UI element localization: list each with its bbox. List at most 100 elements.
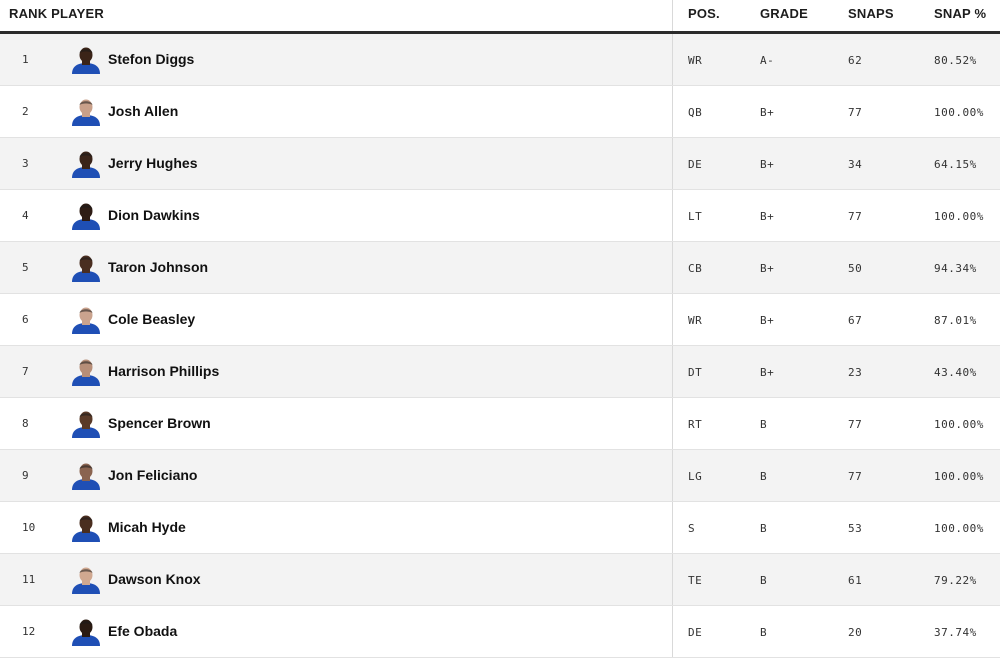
player-headshot-avatar	[72, 411, 100, 438]
table-row[interactable]: 12 Efe Obada DE B 20 37.74%	[0, 606, 1000, 658]
rank-cell: 7	[22, 365, 29, 378]
position-cell: WR	[688, 54, 703, 67]
snap-pct-cell: 43.40%	[934, 366, 977, 379]
player-name-link[interactable]: Dawson Knox	[108, 554, 201, 604]
rank-cell: 9	[22, 469, 29, 482]
rank-cell: 8	[22, 417, 29, 430]
column-divider	[672, 138, 673, 189]
grade-cell: B+	[760, 210, 775, 223]
snap-pct-cell: 100.00%	[934, 522, 984, 535]
position-cell: QB	[688, 106, 703, 119]
snaps-cell: 62	[848, 54, 863, 67]
header-grade[interactable]: GRADE	[760, 0, 808, 31]
snap-pct-cell: 100.00%	[934, 106, 984, 119]
grade-cell: B	[760, 574, 768, 587]
snaps-cell: 53	[848, 522, 863, 535]
table-row[interactable]: 9 Jon Feliciano LG B 77 100.00%	[0, 450, 1000, 502]
player-headshot-avatar	[72, 255, 100, 282]
snap-pct-cell: 100.00%	[934, 210, 984, 223]
table-row[interactable]: 10 Micah Hyde S B 53 100.00%	[0, 502, 1000, 554]
player-name-link[interactable]: Josh Allen	[108, 86, 178, 136]
snap-pct-cell: 79.22%	[934, 574, 977, 587]
snap-pct-cell: 100.00%	[934, 418, 984, 431]
player-headshot-avatar	[72, 463, 100, 490]
position-cell: WR	[688, 314, 703, 327]
snap-pct-cell: 87.01%	[934, 314, 977, 327]
snap-pct-cell: 80.52%	[934, 54, 977, 67]
player-headshot-avatar	[72, 307, 100, 334]
snaps-cell: 50	[848, 262, 863, 275]
player-name-link[interactable]: Harrison Phillips	[108, 346, 219, 396]
player-headshot-avatar	[72, 203, 100, 230]
player-name-link[interactable]: Dion Dawkins	[108, 190, 200, 240]
rank-cell: 3	[22, 157, 29, 170]
player-headshot-avatar	[72, 619, 100, 646]
grade-cell: B+	[760, 106, 775, 119]
column-divider	[672, 606, 673, 657]
position-cell: LG	[688, 470, 703, 483]
rank-cell: 1	[22, 53, 29, 66]
table-row[interactable]: 1 Stefon Diggs WR A- 62 80.52%	[0, 34, 1000, 86]
header-pos[interactable]: POS.	[688, 0, 720, 31]
table-row[interactable]: 4 Dion Dawkins LT B+ 77 100.00%	[0, 190, 1000, 242]
header-snap-pct[interactable]: SNAP %	[934, 0, 986, 31]
player-grades-table: RANK PLAYER POS. GRADE SNAPS SNAP % 1 Ste…	[0, 0, 1000, 658]
player-headshot-avatar	[72, 567, 100, 594]
header-snaps[interactable]: SNAPS	[848, 0, 894, 31]
column-divider	[672, 0, 673, 31]
player-name-link[interactable]: Efe Obada	[108, 606, 177, 656]
player-name-link[interactable]: Stefon Diggs	[108, 34, 194, 84]
table-row[interactable]: 5 Taron Johnson CB B+ 50 94.34%	[0, 242, 1000, 294]
table-row[interactable]: 2 Josh Allen QB B+ 77 100.00%	[0, 86, 1000, 138]
column-divider	[672, 86, 673, 137]
grade-cell: B+	[760, 158, 775, 171]
grade-cell: B+	[760, 366, 775, 379]
player-name-link[interactable]: Micah Hyde	[108, 502, 186, 552]
rank-cell: 10	[22, 521, 36, 534]
column-divider	[672, 502, 673, 553]
player-name-link[interactable]: Spencer Brown	[108, 398, 211, 448]
snaps-cell: 23	[848, 366, 863, 379]
column-divider	[672, 554, 673, 605]
position-cell: RT	[688, 418, 703, 431]
grade-cell: B+	[760, 262, 775, 275]
snap-pct-cell: 64.15%	[934, 158, 977, 171]
column-divider	[672, 450, 673, 501]
column-divider	[672, 346, 673, 397]
player-name-link[interactable]: Jon Feliciano	[108, 450, 197, 500]
table-row[interactable]: 7 Harrison Phillips DT B+ 23 43.40%	[0, 346, 1000, 398]
snap-pct-cell: 94.34%	[934, 262, 977, 275]
snaps-cell: 77	[848, 210, 863, 223]
player-headshot-avatar	[72, 47, 100, 74]
position-cell: CB	[688, 262, 703, 275]
position-cell: S	[688, 522, 696, 535]
column-divider	[672, 294, 673, 345]
position-cell: LT	[688, 210, 703, 223]
rank-cell: 5	[22, 261, 29, 274]
table-row[interactable]: 3 Jerry Hughes DE B+ 34 64.15%	[0, 138, 1000, 190]
snaps-cell: 77	[848, 106, 863, 119]
grade-cell: B	[760, 522, 768, 535]
grade-cell: A-	[760, 54, 775, 67]
rank-cell: 11	[22, 573, 36, 586]
player-name-link[interactable]: Jerry Hughes	[108, 138, 197, 188]
snaps-cell: 34	[848, 158, 863, 171]
table-row[interactable]: 6 Cole Beasley WR B+ 67 87.01%	[0, 294, 1000, 346]
player-name-link[interactable]: Cole Beasley	[108, 294, 195, 344]
table-row[interactable]: 8 Spencer Brown RT B 77 100.00%	[0, 398, 1000, 450]
table-row[interactable]: 11 Dawson Knox TE B 61 79.22%	[0, 554, 1000, 606]
column-divider	[672, 398, 673, 449]
header-rank-player[interactable]: RANK PLAYER	[9, 0, 104, 31]
rank-cell: 6	[22, 313, 29, 326]
grade-cell: B+	[760, 314, 775, 327]
position-cell: DT	[688, 366, 703, 379]
table-body: 1 Stefon Diggs WR A- 62 80.52% 2 Josh Allen QB B+…	[0, 34, 1000, 658]
snaps-cell: 77	[848, 470, 863, 483]
position-cell: TE	[688, 574, 703, 587]
rank-cell: 12	[22, 625, 36, 638]
player-headshot-avatar	[72, 515, 100, 542]
snaps-cell: 61	[848, 574, 863, 587]
player-name-link[interactable]: Taron Johnson	[108, 242, 208, 292]
position-cell: DE	[688, 158, 703, 171]
snaps-cell: 77	[848, 418, 863, 431]
